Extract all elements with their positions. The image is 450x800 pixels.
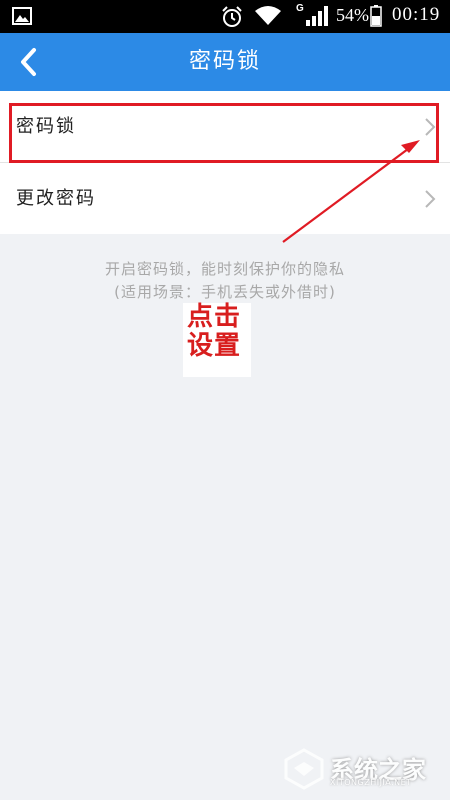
annotation-text: 点击 设置 bbox=[187, 303, 249, 361]
hint-line: 开启密码锁，能时刻保护你的隐私 bbox=[104, 260, 345, 278]
annotation-line: 设置 bbox=[187, 331, 242, 361]
annotation-highlight-box bbox=[9, 103, 439, 163]
watermark: 系统之家 XITONGZHIJIA.NET bbox=[282, 748, 450, 794]
status-bar: G 54% 00:19 bbox=[0, 0, 450, 33]
page-title: 密码锁 bbox=[188, 49, 261, 74]
hint-line: (适用场景：手机丢失或外借时) bbox=[114, 283, 336, 301]
battery-percent: 54% bbox=[336, 5, 369, 25]
annotation-card: 点击 设置 bbox=[183, 303, 251, 377]
title-bar: 密码锁 bbox=[0, 33, 450, 91]
settings-item-change-password[interactable]: 更改密码 bbox=[0, 162, 450, 234]
clock: 00:19 bbox=[392, 4, 441, 25]
annotation-line: 点击 bbox=[187, 302, 242, 332]
watermark-logo-icon bbox=[284, 748, 324, 790]
alarm-icon bbox=[222, 6, 242, 27]
settings-item-label: 更改密码 bbox=[16, 188, 96, 209]
signal-icon bbox=[306, 6, 328, 26]
password-lock-hint: 开启密码锁，能时刻保护你的隐私 (适用场景：手机丢失或外借时) bbox=[0, 258, 450, 304]
chevron-left-icon bbox=[21, 48, 36, 76]
wifi-icon bbox=[255, 6, 281, 25]
chevron-right-icon bbox=[425, 190, 436, 208]
watermark-url: XITONGZHIJIA.NET bbox=[330, 778, 412, 787]
battery-icon bbox=[370, 5, 382, 27]
network-type-label: G bbox=[296, 3, 304, 14]
back-button[interactable] bbox=[10, 42, 50, 82]
gallery-icon bbox=[12, 7, 32, 25]
